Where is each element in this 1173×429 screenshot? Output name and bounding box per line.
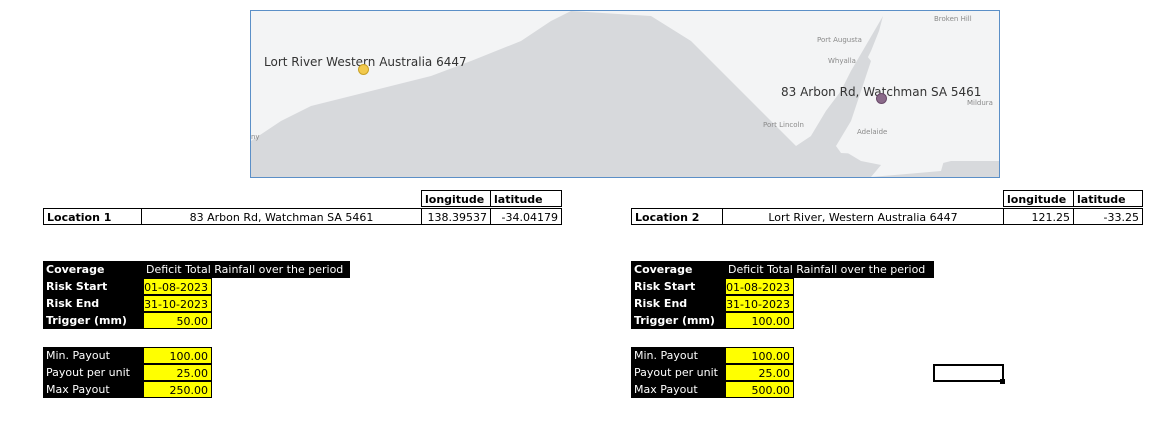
p2-payout-unit-value[interactable]: 25.00 (725, 364, 794, 381)
marker2-pin[interactable] (876, 93, 887, 104)
p1-min-payout-label: Min. Payout (43, 347, 143, 364)
p1-risk-start-label: Risk Start (43, 278, 143, 295)
p2-min-payout-label: Min. Payout (631, 347, 725, 364)
p1-risk-end-value[interactable]: 31-10-2023 (143, 295, 212, 312)
fill-handle[interactable] (1000, 379, 1005, 384)
loc2-longitude-header: longitude (1003, 190, 1074, 207)
place-label-port-lincoln: Port Lincoln (763, 121, 804, 129)
p1-max-payout-value[interactable]: 250.00 (143, 381, 212, 398)
p1-min-payout-value[interactable]: 100.00 (143, 347, 212, 364)
p2-trigger-label: Trigger (mm) (631, 312, 725, 329)
p2-trigger-value[interactable]: 100.00 (725, 312, 794, 329)
p2-coverage-value[interactable]: Deficit Total Rainfall over the period (725, 261, 934, 278)
loc1-address[interactable]: 83 Arbon Rd, Watchman SA 5461 (141, 208, 422, 225)
p1-trigger-value[interactable]: 50.00 (143, 312, 212, 329)
loc1-latitude-header: latitude (490, 190, 562, 207)
p2-max-payout-label: Max Payout (631, 381, 725, 398)
place-label-adelaide: Adelaide (857, 128, 888, 136)
p1-coverage-label: Coverage (43, 261, 143, 278)
p1-coverage-value[interactable]: Deficit Total Rainfall over the period (143, 261, 350, 278)
p1-max-payout-label: Max Payout (43, 381, 143, 398)
p2-max-payout-value[interactable]: 500.00 (725, 381, 794, 398)
marker1-pin[interactable] (358, 64, 369, 75)
place-label-ny: ny (251, 133, 260, 141)
p2-min-payout-value[interactable]: 100.00 (725, 347, 794, 364)
p2-risk-end-label: Risk End (631, 295, 725, 312)
loc1-longitude[interactable]: 138.39537 (421, 208, 491, 225)
place-label-mildura: Mildura (967, 99, 993, 107)
p2-payout-unit-label: Payout per unit (631, 364, 725, 381)
p2-risk-start-value[interactable]: 01-08-2023 (725, 278, 794, 295)
p1-risk-start-value[interactable]: 01-08-2023 (143, 278, 212, 295)
p2-risk-end-value[interactable]: 31-10-2023 (725, 295, 794, 312)
p1-risk-end-label: Risk End (43, 295, 143, 312)
loc2-label: Location 2 (631, 208, 723, 225)
loc1-latitude[interactable]: -34.04179 (490, 208, 562, 225)
location-map[interactable]: Broken Hill Port Augusta Whyalla Mildura… (250, 10, 1000, 178)
loc2-address[interactable]: Lort River, Western Australia 6447 (722, 208, 1004, 225)
loc2-longitude[interactable]: 121.25 (1003, 208, 1074, 225)
p1-payout-unit-label: Payout per unit (43, 364, 143, 381)
p2-risk-start-label: Risk Start (631, 278, 725, 295)
place-label-broken-hill: Broken Hill (934, 15, 972, 23)
place-label-whyalla: Whyalla (828, 57, 856, 65)
loc2-latitude[interactable]: -33.25 (1073, 208, 1143, 225)
place-label-port-augusta: Port Augusta (817, 36, 862, 44)
loc2-latitude-header: latitude (1073, 190, 1143, 207)
p2-coverage-label: Coverage (631, 261, 725, 278)
loc1-longitude-header: longitude (421, 190, 491, 207)
p1-payout-unit-value[interactable]: 25.00 (143, 364, 212, 381)
loc1-label: Location 1 (43, 208, 142, 225)
active-cell-selection[interactable] (933, 364, 1004, 382)
island-shape (836, 139, 881, 154)
p1-trigger-label: Trigger (mm) (43, 312, 143, 329)
